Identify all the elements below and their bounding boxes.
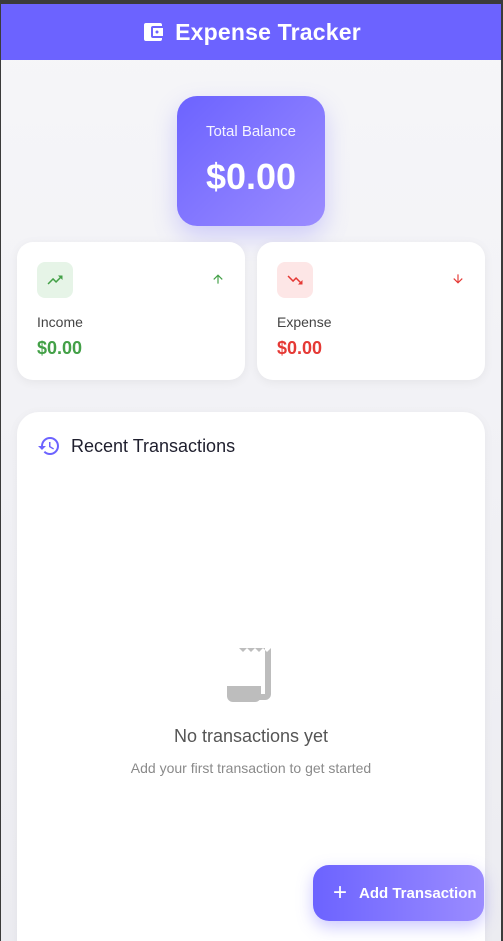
- expense-icon-box: [277, 262, 313, 298]
- empty-state-title: No transactions yet: [173, 726, 329, 746]
- wallet-icon: [144, 23, 164, 41]
- income-value: $0.00: [37, 338, 83, 358]
- income-card: Income $0.00: [17, 242, 245, 380]
- expense-value: $0.00: [277, 338, 323, 358]
- plus-icon: +: [333, 879, 348, 906]
- empty-state-subtitle: Add your first transaction to get starte…: [130, 760, 372, 776]
- income-icon-box: [37, 262, 73, 298]
- device-frame: Expense Tracker Total Balance $0.00 Inco…: [0, 0, 503, 941]
- expense-card: Expense $0.00: [257, 242, 485, 380]
- balance-value: $0.00: [205, 156, 297, 197]
- add-transaction-label: Add Transaction: [359, 884, 477, 902]
- recent-transactions-panel: Recent Transactions No transactions yet …: [17, 412, 485, 941]
- app-bar: Expense Tracker: [1, 4, 501, 60]
- app-title: Expense Tracker: [175, 18, 361, 45]
- receipt-icon: [227, 648, 271, 702]
- trending-down-icon: [287, 275, 303, 285]
- income-label: Income: [37, 314, 83, 330]
- transactions-header: Recent Transactions: [37, 434, 235, 458]
- balance-label: Total Balance: [205, 123, 297, 140]
- history-icon: [38, 437, 59, 455]
- expense-label: Expense: [277, 314, 332, 330]
- total-balance-card: Total Balance $0.00: [177, 96, 325, 226]
- trending-up-icon: [47, 275, 63, 285]
- arrow-down-icon: [453, 274, 463, 284]
- transactions-title: Recent Transactions: [71, 435, 236, 456]
- arrow-up-icon: [213, 274, 223, 284]
- app-screen: Expense Tracker Total Balance $0.00 Inco…: [1, 4, 501, 941]
- add-transaction-button[interactable]: + Add Transaction: [313, 865, 484, 921]
